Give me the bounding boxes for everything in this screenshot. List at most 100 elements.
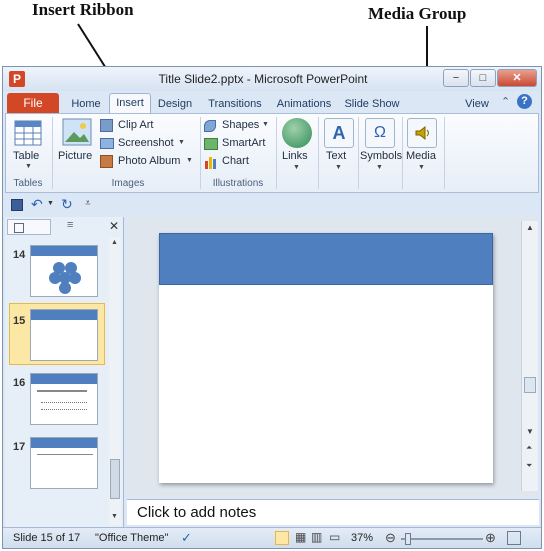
clip-art-icon xyxy=(100,119,113,132)
table-button[interactable]: Table ▼ xyxy=(10,118,46,172)
media-button[interactable]: Media ▼ xyxy=(404,118,440,178)
shapes-button[interactable]: Shapes ▼ xyxy=(204,118,274,134)
undo-icon[interactable]: ↶ xyxy=(31,196,43,213)
next-slide-icon[interactable]: ⏷ xyxy=(526,461,532,471)
slide-number: 14 xyxy=(13,249,26,261)
slide-thumbnail-17[interactable] xyxy=(30,437,98,489)
slide-editor: ▲ ▼ ⏶ ⏷ xyxy=(127,217,539,497)
zoom-out-icon[interactable]: ⊖ xyxy=(385,530,396,546)
text-icon: A xyxy=(324,118,354,148)
ribbon-minimize-icon[interactable]: ⌃ xyxy=(501,95,510,108)
outline-tab[interactable]: ≡ xyxy=(53,219,99,235)
tab-home[interactable]: Home xyxy=(67,95,105,113)
smartart-icon xyxy=(204,138,218,150)
illustrations-group-label: Illustrations xyxy=(212,178,264,189)
close-panel-icon[interactable]: ✕ xyxy=(109,219,119,233)
scroll-down-arrow-icon[interactable]: ▼ xyxy=(526,427,534,436)
chart-button[interactable]: Chart xyxy=(204,154,274,170)
photo-album-button[interactable]: Photo Album ▼ xyxy=(100,154,196,170)
slides-tab-icon xyxy=(14,223,24,233)
screenshot-icon xyxy=(100,138,114,149)
separator xyxy=(318,117,319,189)
maximize-button[interactable]: □ xyxy=(470,69,496,87)
picture-icon xyxy=(62,118,92,146)
tab-slide-show[interactable]: Slide Show xyxy=(343,95,401,113)
smartart-label: SmartArt xyxy=(222,137,266,149)
customize-toolbar-icon[interactable]: ⩡ xyxy=(85,198,91,209)
outline-tab-icon: ≡ xyxy=(67,219,74,231)
normal-view-icon[interactable] xyxy=(275,531,289,545)
symbols-label: Symbols xyxy=(360,150,403,162)
tab-view[interactable]: View xyxy=(461,95,493,113)
undo-dropdown-icon[interactable]: ▼ xyxy=(47,200,54,207)
scroll-thumb[interactable] xyxy=(524,377,536,393)
slide-sorter-view-icon[interactable]: ▦ xyxy=(295,530,306,544)
separator xyxy=(402,117,403,189)
separator xyxy=(200,117,201,189)
links-dropdown-icon: ▼ xyxy=(293,164,300,171)
thumb-text-lines xyxy=(37,454,93,455)
symbols-icon: Ω xyxy=(365,118,395,148)
picture-button[interactable]: Picture xyxy=(58,118,96,172)
thumb-title-bar xyxy=(31,438,97,448)
scroll-up-arrow-icon[interactable]: ▲ xyxy=(111,239,118,246)
clip-art-button[interactable]: Clip Art xyxy=(100,118,180,134)
tab-insert[interactable]: Insert xyxy=(109,93,151,113)
slides-tab[interactable] xyxy=(7,219,51,235)
thumb-title-bar xyxy=(31,246,97,256)
picture-label: Picture xyxy=(58,150,93,162)
close-button[interactable]: ✕ xyxy=(497,69,537,87)
slide-number: 16 xyxy=(13,377,26,389)
previous-slide-icon[interactable]: ⏶ xyxy=(526,443,532,453)
hexagon-diagram-icon xyxy=(49,262,81,294)
current-slide[interactable] xyxy=(159,233,493,483)
ribbon-tabs: File Home Insert Design Transitions Anim… xyxy=(3,91,541,113)
zoom-slider-thumb[interactable] xyxy=(405,533,411,545)
links-button[interactable]: Links ▼ xyxy=(280,118,314,178)
slide-thumbnail-15[interactable] xyxy=(30,309,98,361)
zoom-level[interactable]: 37% xyxy=(351,532,373,544)
slide-counter: Slide 15 of 17 xyxy=(13,532,81,544)
save-icon[interactable] xyxy=(11,199,23,211)
help-icon[interactable]: ? xyxy=(517,94,532,109)
slide-show-view-icon[interactable]: ▭ xyxy=(329,530,340,544)
notes-pane[interactable]: Click to add notes xyxy=(127,499,539,525)
photo-album-dropdown-icon: ▼ xyxy=(186,157,193,164)
links-label: Links xyxy=(282,150,308,162)
slide-thumbnail-16[interactable] xyxy=(30,373,98,425)
thumb-text-lines xyxy=(37,390,87,392)
tab-animations[interactable]: Animations xyxy=(273,95,335,113)
scroll-down-arrow-icon[interactable]: ▼ xyxy=(111,513,118,520)
slide-title-band[interactable] xyxy=(159,233,493,285)
chart-label: Chart xyxy=(222,155,249,167)
theme-name: "Office Theme" xyxy=(95,532,169,544)
tab-file[interactable]: File xyxy=(7,93,59,113)
screenshot-button[interactable]: Screenshot ▼ xyxy=(100,136,190,152)
separator xyxy=(52,117,53,189)
zoom-in-icon[interactable]: ⊕ xyxy=(485,530,496,546)
media-label: Media xyxy=(406,150,436,162)
slide-thumbnail-14[interactable] xyxy=(30,245,98,297)
tables-group-label: Tables xyxy=(13,178,43,189)
tab-transitions[interactable]: Transitions xyxy=(203,95,267,113)
slides-panel-scrollbar[interactable]: ▲ ▼ xyxy=(109,237,121,525)
text-label: Text xyxy=(326,150,347,162)
screenshot-dropdown-icon: ▼ xyxy=(178,139,185,146)
thumb-text-lines xyxy=(41,402,87,410)
scroll-up-arrow-icon[interactable]: ▲ xyxy=(526,223,534,232)
smartart-button[interactable]: SmartArt xyxy=(204,136,274,152)
shapes-label: Shapes xyxy=(222,119,260,131)
scroll-thumb[interactable] xyxy=(110,459,120,499)
text-button[interactable]: A Text ▼ xyxy=(322,118,356,178)
spell-check-icon[interactable]: ✓ xyxy=(181,530,192,546)
tab-design[interactable]: Design xyxy=(155,95,195,113)
separator xyxy=(276,117,277,189)
minimize-button[interactable]: − xyxy=(443,69,469,87)
zoom-slider[interactable] xyxy=(401,538,483,540)
fit-to-window-icon[interactable] xyxy=(507,531,521,545)
shapes-icon xyxy=(204,120,216,132)
reading-view-icon[interactable]: ▥ xyxy=(311,530,322,544)
editor-vertical-scrollbar[interactable]: ▲ ▼ ⏶ ⏷ xyxy=(521,221,538,491)
symbols-button[interactable]: Ω Symbols ▼ xyxy=(360,118,403,178)
redo-icon[interactable]: ↻ xyxy=(61,196,73,213)
